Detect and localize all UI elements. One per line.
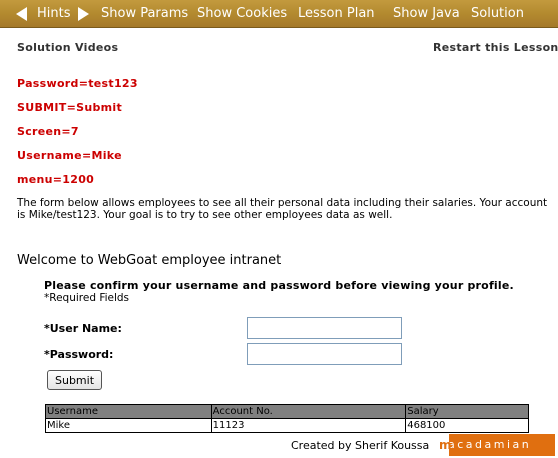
username-label: *User Name: xyxy=(44,322,122,335)
top-nav-bar: Hints Show Params Show Cookies Lesson Pl… xyxy=(0,0,558,28)
welcome-heading: Welcome to WebGoat employee intranet xyxy=(17,253,282,268)
solution-videos-link[interactable]: Solution Videos xyxy=(17,41,118,54)
created-by-credit: Created by Sherif Koussa xyxy=(291,439,430,452)
table-row: Mike 11123 468100 xyxy=(45,418,529,433)
param-username: Username=Mike xyxy=(17,149,122,162)
nav-show-cookies[interactable]: Show Cookies xyxy=(197,5,287,23)
submit-button[interactable]: Submit xyxy=(47,370,102,390)
column-header-username: Username xyxy=(45,404,212,419)
table-header-row: Username Account No. Salary xyxy=(45,404,529,419)
employee-table: Username Account No. Salary Mike 11123 4… xyxy=(45,404,529,433)
cell-salary: 468100 xyxy=(405,418,529,433)
nav-lesson-plan[interactable]: Lesson Plan xyxy=(298,5,375,23)
restart-lesson-link[interactable]: Restart this Lesson xyxy=(433,41,558,54)
nav-show-params[interactable]: Show Params xyxy=(101,5,188,23)
cell-account: 11123 xyxy=(210,418,406,433)
nav-solution[interactable]: Solution xyxy=(471,5,524,23)
acadamian-logo: m acadamian xyxy=(439,433,555,457)
logo-text: acadamian xyxy=(448,438,532,451)
nav-show-java[interactable]: Show Java xyxy=(393,5,460,23)
required-fields-note: *Required Fields xyxy=(44,292,130,304)
next-hint-icon[interactable] xyxy=(78,7,89,21)
param-submit: SUBMIT=Submit xyxy=(17,101,123,114)
password-input[interactable] xyxy=(247,343,402,365)
cell-username: Mike xyxy=(45,418,212,433)
logo-m-mark: m xyxy=(439,433,452,457)
previous-hint-icon[interactable] xyxy=(16,7,27,21)
lesson-description: The form below allows employees to see a… xyxy=(17,197,548,221)
password-label: *Password: xyxy=(44,348,114,361)
username-input[interactable] xyxy=(247,317,402,339)
confirm-instructions: Please confirm your username and passwor… xyxy=(44,279,514,292)
nav-hints[interactable]: Hints xyxy=(37,5,71,23)
param-screen: Screen=7 xyxy=(17,125,79,138)
column-header-salary: Salary xyxy=(405,404,529,419)
column-header-account: Account No. xyxy=(210,404,406,419)
param-menu: menu=1200 xyxy=(17,173,95,186)
param-password: Password=test123 xyxy=(17,77,138,90)
